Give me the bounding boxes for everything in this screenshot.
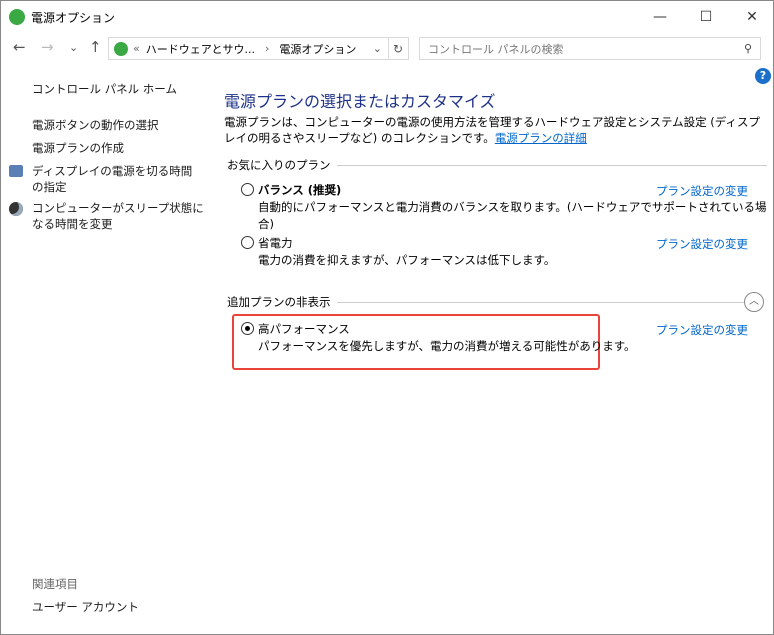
address-dropdown-icon[interactable]: ⌄ (373, 42, 382, 55)
maximize-button[interactable]: ☐ (683, 1, 729, 33)
forward-button[interactable]: → (41, 38, 54, 56)
sidebar-item-sleep[interactable]: コンピューターがスリープ状態になる時間を変更 (32, 200, 207, 232)
recent-locations-button[interactable]: ⌄ (69, 41, 78, 54)
sidebar-home-link[interactable]: コントロール パネル ホーム (32, 81, 177, 97)
plan-details-link[interactable]: 電源プランの詳細 (495, 131, 587, 145)
breadcrumb-separator[interactable]: › (265, 42, 269, 55)
window-title: 電源オプション (31, 11, 116, 25)
collapse-chevron-icon[interactable]: ︿ (744, 292, 764, 312)
address-bar[interactable]: « ハードウェアとサウ... › 電源オプション ⌄ (108, 37, 389, 60)
change-plan-balanced[interactable]: プラン設定の変更 (656, 183, 748, 199)
sidebar-item-display-off[interactable]: ディスプレイの電源を切る時間の指定 (32, 163, 202, 195)
display-clock-icon (9, 165, 23, 177)
up-button[interactable]: ↑ (89, 38, 102, 56)
divider (336, 301, 745, 303)
favorites-label: お気に入りのプラン (227, 158, 331, 172)
hidden-plans-label: 追加プランの非表示 (227, 295, 331, 309)
page-description: 電源プランは、コンピューターの電源の使用方法を管理するハードウェア設定とシステム… (224, 115, 760, 145)
power-options-icon (9, 9, 25, 25)
close-button[interactable]: ✕ (729, 1, 774, 33)
search-placeholder: コントロール パネルの検索 (428, 42, 564, 56)
plan-description: パフォーマンスを優先しますが、電力の消費が増える可能性があります。 (258, 339, 636, 353)
refresh-button[interactable]: ↻ (388, 37, 409, 60)
minimize-button[interactable]: — (637, 1, 683, 33)
sidebar-item-power-buttons[interactable]: 電源ボタンの動作の選択 (32, 117, 159, 133)
search-icon[interactable]: ⚲ (744, 42, 752, 55)
title-bar: 電源オプション — ☐ ✕ (1, 1, 774, 33)
power-options-icon (114, 41, 128, 56)
favorites-section: お気に入りのプラン (227, 157, 767, 173)
help-icon[interactable]: ? (755, 68, 771, 84)
related-heading: 関連項目 (32, 577, 78, 591)
radio-selected-icon[interactable] (241, 322, 254, 335)
radio-icon[interactable] (241, 236, 254, 249)
plan-description: 自動的にパフォーマンスと電力消費のバランスを取ります。(ハードウェアでサポートさ… (258, 200, 767, 231)
hidden-plans-section: 追加プランの非表示 (227, 294, 745, 310)
change-plan-power-saver[interactable]: プラン設定の変更 (656, 236, 748, 252)
plan-high-performance: 高パフォーマンス パフォーマンスを優先しますが、電力の消費が増える可能性がありま… (241, 321, 636, 355)
page-title: 電源プランの選択またはカスタマイズ (224, 92, 496, 111)
divider (336, 164, 767, 166)
radio-icon[interactable] (241, 183, 254, 196)
back-button[interactable]: ← (13, 38, 26, 56)
breadcrumb-hardware[interactable]: ハードウェアとサウ... (146, 41, 255, 57)
breadcrumb-power-options[interactable]: 電源オプション (279, 41, 356, 57)
plan-radio-power-saver[interactable]: 省電力 (241, 235, 555, 252)
overflow-chevron[interactable]: « (133, 42, 140, 55)
plan-radio-high-performance[interactable]: 高パフォーマンス (241, 321, 636, 338)
sidebar-item-create-plan[interactable]: 電源プランの作成 (32, 140, 124, 156)
related-user-accounts[interactable]: ユーザー アカウント (32, 599, 139, 615)
search-input[interactable]: コントロール パネルの検索 ⚲ (419, 37, 761, 60)
change-plan-high-performance[interactable]: プラン設定の変更 (656, 322, 748, 338)
plan-description: 電力の消費を抑えますが、パフォーマンスは低下します。 (258, 253, 556, 267)
plan-power-saver: 省電力 電力の消費を抑えますが、パフォーマンスは低下します。 (241, 235, 555, 269)
sleep-moon-icon (9, 202, 23, 216)
